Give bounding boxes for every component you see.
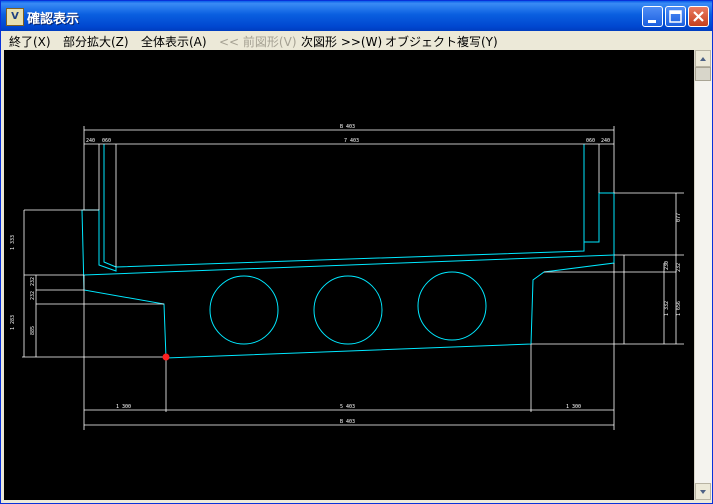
down-arrow-icon xyxy=(700,490,706,494)
section-outline xyxy=(81,144,615,359)
menu-zoom-part[interactable]: 部分拡大(Z) xyxy=(63,33,129,50)
dimension-lines xyxy=(22,126,684,430)
maximize-button[interactable] xyxy=(665,6,686,27)
dim-top-right-b: 240 xyxy=(601,138,610,144)
dim-top-inner: 7 403 xyxy=(344,138,359,144)
menu-copy-object[interactable]: オブジェクト複写(Y) xyxy=(385,33,498,50)
up-arrow-icon xyxy=(700,57,706,61)
maximize-icon xyxy=(669,10,682,23)
scroll-down-button[interactable] xyxy=(695,483,711,500)
menu-next-figure[interactable]: 次図形 >>(W) xyxy=(301,33,382,50)
dim-top-total: B 403 xyxy=(340,124,355,130)
window-title: 確認表示 xyxy=(27,12,80,27)
dim-left-lower: 1 283 xyxy=(10,315,16,330)
dim-right-mid: 230 xyxy=(664,261,670,270)
dim-top-left-a: 240 xyxy=(86,138,95,144)
minimize-button[interactable] xyxy=(642,6,663,27)
dim-left-lower2: 885 xyxy=(30,326,36,335)
dim-bottom-right: 1 300 xyxy=(566,404,581,410)
dimension-labels: B 403 7 403 240 060 060 240 1 333 232 23… xyxy=(10,124,682,425)
dim-left-mid: 232 xyxy=(30,277,36,286)
dim-bottom-mid: 5 403 xyxy=(340,404,355,410)
menu-bar: 終了(X) 部分拡大(Z) 全体表示(A) << 前図形(V) 次図形 >>(W… xyxy=(1,31,712,50)
dim-top-right-a: 060 xyxy=(586,138,595,144)
menu-show-all[interactable]: 全体表示(A) xyxy=(141,33,207,50)
dim-right-lower: 1 332 xyxy=(664,301,670,316)
close-icon xyxy=(693,11,704,22)
origin-marker xyxy=(162,353,170,361)
dim-bottom-left: 1 300 xyxy=(116,404,131,410)
drawing-canvas[interactable]: B 403 7 403 240 060 060 240 1 333 232 23… xyxy=(4,50,695,500)
menu-exit[interactable]: 終了(X) xyxy=(9,33,51,50)
close-button[interactable] xyxy=(688,6,709,27)
scroll-thumb[interactable] xyxy=(695,67,711,81)
cross-section-drawing: B 403 7 403 240 060 060 240 1 333 232 23… xyxy=(10,124,684,430)
dim-bottom-total: B 403 xyxy=(340,419,355,425)
app-icon[interactable]: V xyxy=(6,8,24,26)
minimize-icon xyxy=(648,20,656,23)
dim-left-upper: 1 333 xyxy=(10,235,16,250)
dim-top-left-b: 060 xyxy=(102,138,111,144)
vertical-scrollbar[interactable] xyxy=(694,50,712,500)
dim-right-lower2: 1 656 xyxy=(676,301,682,316)
app-window: V 確認表示 終了(X) 部分拡大(Z) 全体表示(A) << 前図形(V) 次… xyxy=(0,0,713,504)
dim-right-mid2: 232 xyxy=(676,263,682,272)
menu-prev-figure[interactable]: << 前図形(V) xyxy=(219,33,297,50)
dim-left-mid2: 232 xyxy=(30,291,36,300)
scroll-up-button[interactable] xyxy=(695,50,711,67)
dim-right-upper: 077 xyxy=(676,213,682,222)
title-bar[interactable]: V 確認表示 xyxy=(1,1,712,31)
